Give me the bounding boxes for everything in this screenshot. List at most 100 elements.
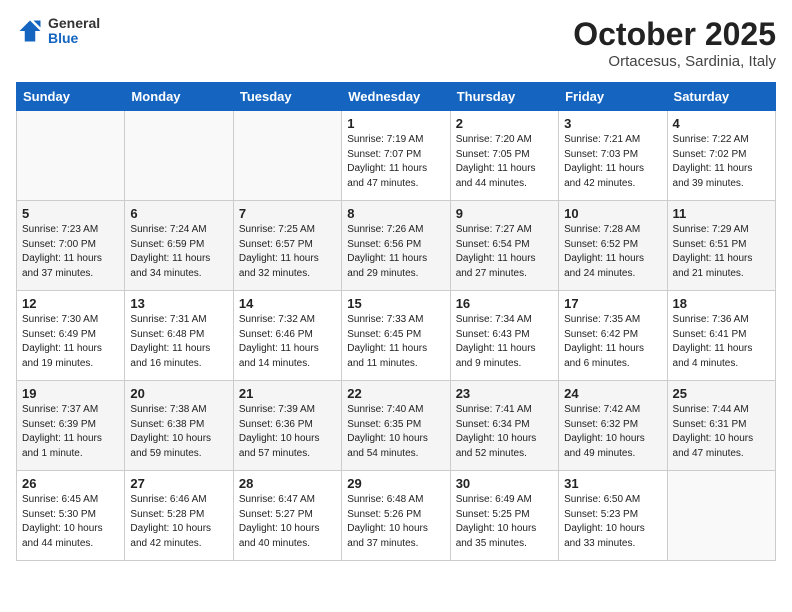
day-number: 28	[239, 476, 336, 491]
col-header-monday: Monday	[125, 83, 233, 111]
day-number: 17	[564, 296, 661, 311]
logo-text: General Blue	[48, 16, 100, 47]
day-number: 22	[347, 386, 444, 401]
day-cell: 15 Sunrise: 7:33 AM Sunset: 6:45 PM Dayli…	[342, 291, 450, 381]
day-number: 20	[130, 386, 227, 401]
day-info: Sunrise: 7:35 AM Sunset: 6:42 PM Dayligh…	[564, 313, 661, 371]
day-number: 31	[564, 476, 661, 491]
day-number: 24	[564, 386, 661, 401]
day-cell: 9 Sunrise: 7:27 AM Sunset: 6:54 PM Daylig…	[450, 201, 558, 291]
day-cell: 27 Sunrise: 6:46 AM Sunset: 5:28 PM Dayli…	[125, 471, 233, 561]
day-info: Sunrise: 6:50 AM Sunset: 5:23 PM Dayligh…	[564, 493, 661, 551]
col-header-wednesday: Wednesday	[342, 83, 450, 111]
day-info: Sunrise: 6:45 AM Sunset: 5:30 PM Dayligh…	[22, 493, 119, 551]
day-info: Sunrise: 7:37 AM Sunset: 6:39 PM Dayligh…	[22, 403, 119, 461]
day-number: 1	[347, 116, 444, 131]
day-number: 12	[22, 296, 119, 311]
day-number: 18	[673, 296, 770, 311]
day-info: Sunrise: 7:30 AM Sunset: 6:49 PM Dayligh…	[22, 313, 119, 371]
header-row: SundayMondayTuesdayWednesdayThursdayFrid…	[17, 83, 776, 111]
day-number: 9	[456, 206, 553, 221]
day-cell	[233, 111, 341, 201]
day-info: Sunrise: 7:38 AM Sunset: 6:38 PM Dayligh…	[130, 403, 227, 461]
col-header-sunday: Sunday	[17, 83, 125, 111]
day-cell: 24 Sunrise: 7:42 AM Sunset: 6:32 PM Dayli…	[559, 381, 667, 471]
day-number: 26	[22, 476, 119, 491]
day-cell	[125, 111, 233, 201]
day-info: Sunrise: 7:34 AM Sunset: 6:43 PM Dayligh…	[456, 313, 553, 371]
day-info: Sunrise: 7:42 AM Sunset: 6:32 PM Dayligh…	[564, 403, 661, 461]
week-row-5: 26 Sunrise: 6:45 AM Sunset: 5:30 PM Dayli…	[17, 471, 776, 561]
col-header-friday: Friday	[559, 83, 667, 111]
day-cell: 1Sunrise: 7:19 AM Sunset: 7:07 PM Daylig…	[342, 111, 450, 201]
day-info: Sunrise: 7:28 AM Sunset: 6:52 PM Dayligh…	[564, 223, 661, 281]
logo-icon	[16, 17, 44, 45]
day-cell: 16 Sunrise: 7:34 AM Sunset: 6:43 PM Dayli…	[450, 291, 558, 381]
location: Ortacesus, Sardinia, Italy	[573, 53, 776, 70]
col-header-saturday: Saturday	[667, 83, 775, 111]
title-block: October 2025 Ortacesus, Sardinia, Italy	[573, 16, 776, 70]
day-info: Sunrise: 7:24 AM Sunset: 6:59 PM Dayligh…	[130, 223, 227, 281]
day-cell: 31 Sunrise: 6:50 AM Sunset: 5:23 PM Dayli…	[559, 471, 667, 561]
day-cell: 17 Sunrise: 7:35 AM Sunset: 6:42 PM Dayli…	[559, 291, 667, 381]
day-number: 16	[456, 296, 553, 311]
day-cell: 26 Sunrise: 6:45 AM Sunset: 5:30 PM Dayli…	[17, 471, 125, 561]
day-cell: 30 Sunrise: 6:49 AM Sunset: 5:25 PM Dayli…	[450, 471, 558, 561]
day-number: 14	[239, 296, 336, 311]
day-number: 23	[456, 386, 553, 401]
week-row-1: 1Sunrise: 7:19 AM Sunset: 7:07 PM Daylig…	[17, 111, 776, 201]
day-number: 15	[347, 296, 444, 311]
day-info: Sunrise: 7:33 AM Sunset: 6:45 PM Dayligh…	[347, 313, 444, 371]
day-number: 30	[456, 476, 553, 491]
day-number: 27	[130, 476, 227, 491]
page-header: General Blue October 2025 Ortacesus, Sar…	[16, 16, 776, 70]
day-info: Sunrise: 7:21 AM Sunset: 7:03 PM Dayligh…	[564, 133, 661, 191]
day-number: 19	[22, 386, 119, 401]
day-cell: 2Sunrise: 7:20 AM Sunset: 7:05 PM Daylig…	[450, 111, 558, 201]
day-cell: 10Sunrise: 7:28 AM Sunset: 6:52 PM Dayli…	[559, 201, 667, 291]
logo: General Blue	[16, 16, 100, 47]
day-cell: 5 Sunrise: 7:23 AM Sunset: 7:00 PM Daylig…	[17, 201, 125, 291]
day-cell: 21Sunrise: 7:39 AM Sunset: 6:36 PM Dayli…	[233, 381, 341, 471]
day-info: Sunrise: 7:25 AM Sunset: 6:57 PM Dayligh…	[239, 223, 336, 281]
day-cell: 12 Sunrise: 7:30 AM Sunset: 6:49 PM Dayli…	[17, 291, 125, 381]
day-info: Sunrise: 7:23 AM Sunset: 7:00 PM Dayligh…	[22, 223, 119, 281]
day-cell: 3 Sunrise: 7:21 AM Sunset: 7:03 PM Daylig…	[559, 111, 667, 201]
day-cell: 6Sunrise: 7:24 AM Sunset: 6:59 PM Daylig…	[125, 201, 233, 291]
day-cell: 18 Sunrise: 7:36 AM Sunset: 6:41 PM Dayli…	[667, 291, 775, 381]
day-info: Sunrise: 7:41 AM Sunset: 6:34 PM Dayligh…	[456, 403, 553, 461]
day-info: Sunrise: 7:31 AM Sunset: 6:48 PM Dayligh…	[130, 313, 227, 371]
day-cell: 29 Sunrise: 6:48 AM Sunset: 5:26 PM Dayli…	[342, 471, 450, 561]
day-number: 21	[239, 386, 336, 401]
day-info: Sunrise: 7:26 AM Sunset: 6:56 PM Dayligh…	[347, 223, 444, 281]
day-number: 5	[22, 206, 119, 221]
day-cell	[17, 111, 125, 201]
day-info: Sunrise: 7:36 AM Sunset: 6:41 PM Dayligh…	[673, 313, 770, 371]
day-cell: 25Sunrise: 7:44 AM Sunset: 6:31 PM Dayli…	[667, 381, 775, 471]
day-number: 3	[564, 116, 661, 131]
day-cell: 22 Sunrise: 7:40 AM Sunset: 6:35 PM Dayli…	[342, 381, 450, 471]
day-info: Sunrise: 7:40 AM Sunset: 6:35 PM Dayligh…	[347, 403, 444, 461]
day-cell: 20 Sunrise: 7:38 AM Sunset: 6:38 PM Dayli…	[125, 381, 233, 471]
day-info: Sunrise: 6:46 AM Sunset: 5:28 PM Dayligh…	[130, 493, 227, 551]
day-info: Sunrise: 6:49 AM Sunset: 5:25 PM Dayligh…	[456, 493, 553, 551]
day-cell: 8 Sunrise: 7:26 AM Sunset: 6:56 PM Daylig…	[342, 201, 450, 291]
day-info: Sunrise: 7:32 AM Sunset: 6:46 PM Dayligh…	[239, 313, 336, 371]
week-row-2: 5 Sunrise: 7:23 AM Sunset: 7:00 PM Daylig…	[17, 201, 776, 291]
month-title: October 2025	[573, 16, 776, 53]
day-cell: 13Sunrise: 7:31 AM Sunset: 6:48 PM Dayli…	[125, 291, 233, 381]
day-info: Sunrise: 7:22 AM Sunset: 7:02 PM Dayligh…	[673, 133, 770, 191]
day-cell: 28Sunrise: 6:47 AM Sunset: 5:27 PM Dayli…	[233, 471, 341, 561]
day-cell: 7Sunrise: 7:25 AM Sunset: 6:57 PM Daylig…	[233, 201, 341, 291]
day-number: 8	[347, 206, 444, 221]
calendar-table: SundayMondayTuesdayWednesdayThursdayFrid…	[16, 82, 776, 561]
day-info: Sunrise: 6:48 AM Sunset: 5:26 PM Dayligh…	[347, 493, 444, 551]
day-number: 2	[456, 116, 553, 131]
day-number: 25	[673, 386, 770, 401]
day-number: 11	[673, 206, 770, 221]
day-info: Sunrise: 7:27 AM Sunset: 6:54 PM Dayligh…	[456, 223, 553, 281]
day-info: Sunrise: 7:29 AM Sunset: 6:51 PM Dayligh…	[673, 223, 770, 281]
day-cell	[667, 471, 775, 561]
day-number: 29	[347, 476, 444, 491]
logo-general: General	[48, 16, 100, 31]
